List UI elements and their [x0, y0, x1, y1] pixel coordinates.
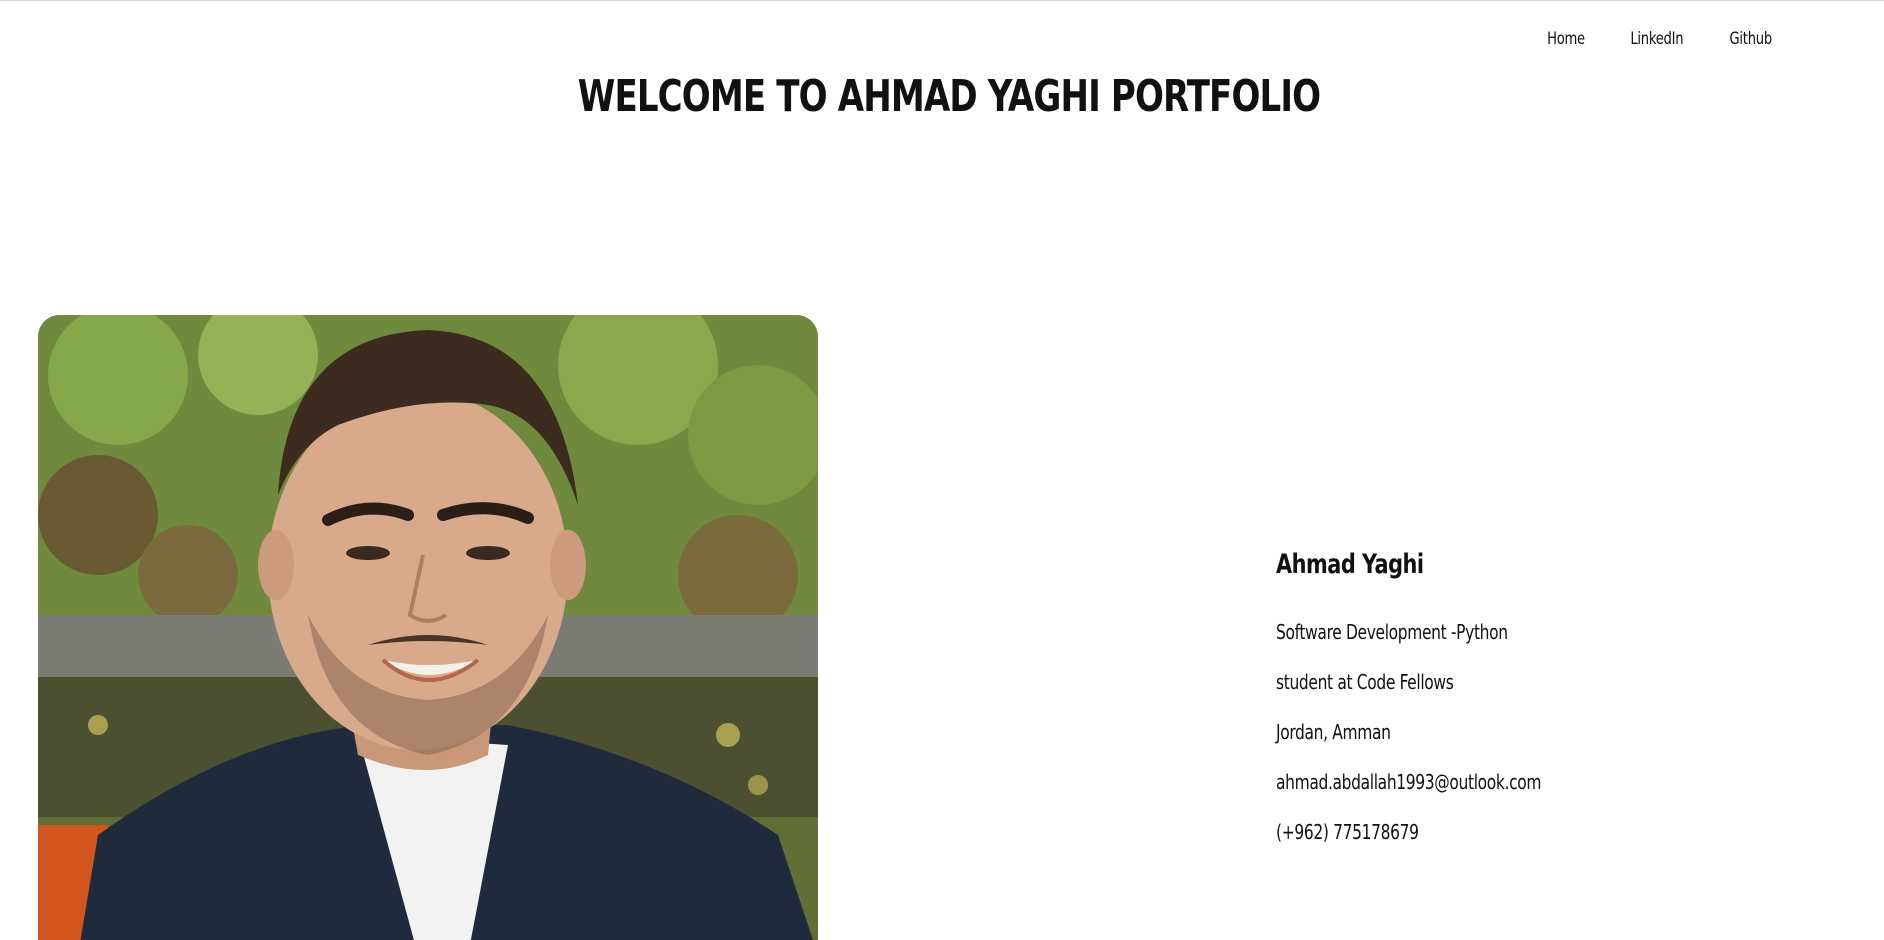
nav-home-link[interactable]: Home — [1547, 29, 1585, 49]
profile-phone: (+962) 775178679 — [1276, 820, 1419, 844]
profile-school: student at Code Fellows — [1276, 670, 1454, 694]
top-nav: Home LinkedIn Github — [1544, 29, 1775, 49]
nav-linkedin-link[interactable]: LinkedIn — [1630, 29, 1683, 49]
nav-github-link[interactable]: Github — [1729, 29, 1772, 49]
profile-info: Ahmad Yaghi Software Development -Python… — [1276, 549, 1584, 870]
profile-photo — [38, 315, 818, 940]
profile-role: Software Development -Python — [1276, 620, 1508, 644]
profile-name: Ahmad Yaghi — [1276, 549, 1424, 580]
page: Home LinkedIn Github WELCOME TO AHMAD YA… — [0, 0, 1884, 940]
profile-email: ahmad.abdallah1993@outlook.com — [1276, 770, 1542, 794]
profile-location: Jordan, Amman — [1276, 720, 1391, 744]
page-title: WELCOME TO AHMAD YAGHI PORTFOLIO — [577, 71, 1321, 122]
